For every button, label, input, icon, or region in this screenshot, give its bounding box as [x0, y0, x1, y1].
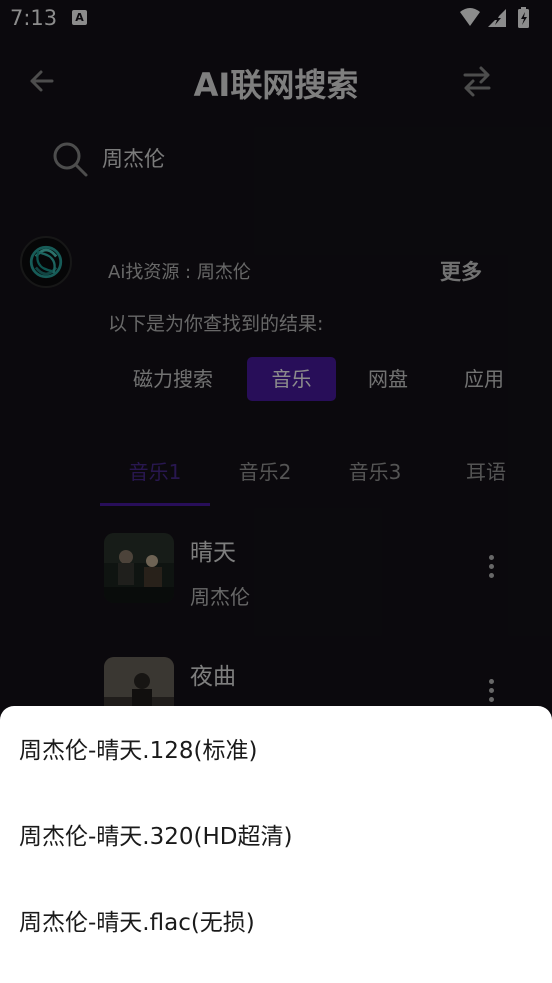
quality-bottom-sheet: 周杰伦-晴天.128(标准) 周杰伦-晴天.320(HD超清) 周杰伦-晴天.f… [0, 706, 552, 983]
option-lossless[interactable]: 周杰伦-晴天.flac(无损) [0, 880, 552, 966]
option-standard[interactable]: 周杰伦-晴天.128(标准) [0, 708, 552, 794]
option-hd[interactable]: 周杰伦-晴天.320(HD超清) [0, 794, 552, 880]
